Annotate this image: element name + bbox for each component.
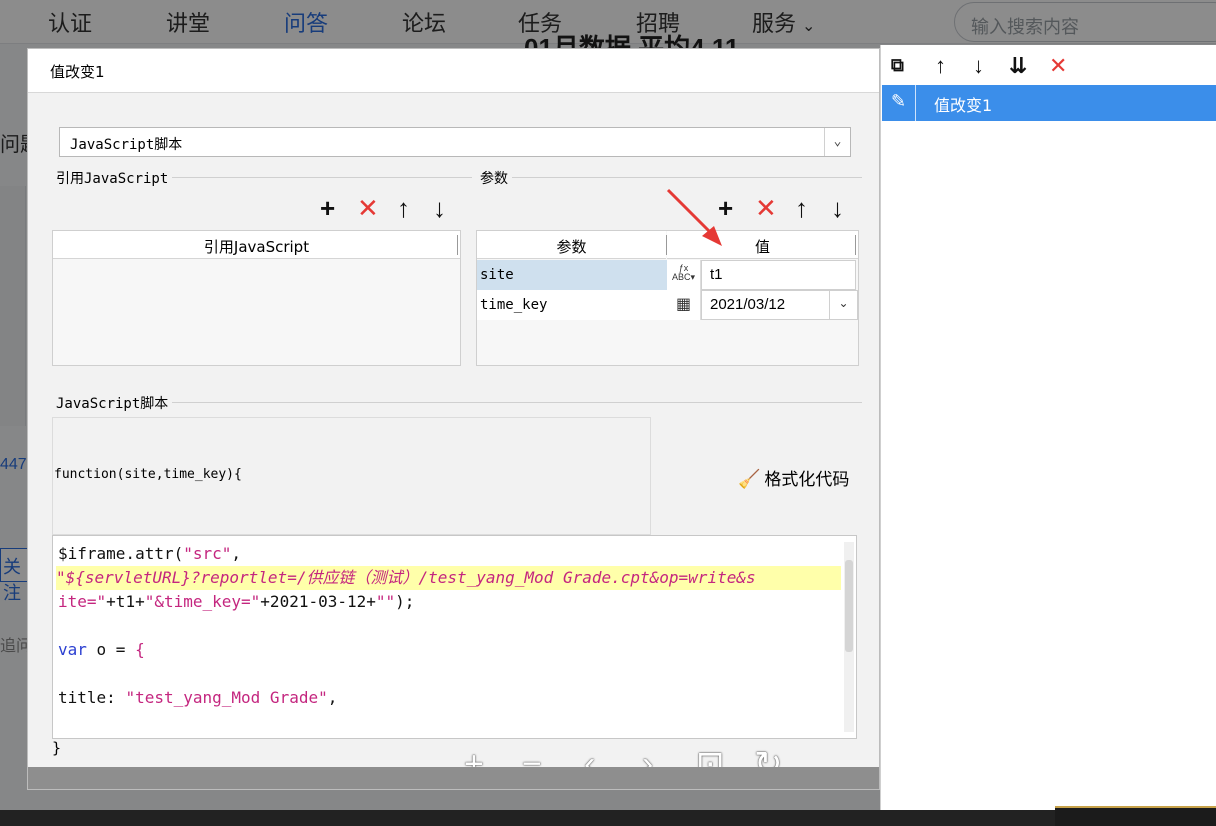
code-line: ite="+t1+"&time_key="+2021-03-12+""); (58, 592, 415, 611)
ref-js-column-label: 引用JavaScript (203, 238, 310, 256)
params-group-border (476, 177, 862, 178)
param-name-time-key[interactable]: time_key (477, 290, 667, 320)
code-editor[interactable]: $iframe.attr("src", "${servletURL}?repor… (52, 535, 857, 739)
params-value-column-label: 值 (754, 238, 770, 256)
background-bottom-strip (0, 810, 1216, 826)
pencil-icon[interactable]: ✎ (882, 85, 916, 121)
delete-param-button[interactable]: ✕ (755, 195, 777, 221)
move-up-icon[interactable]: ↑ (935, 53, 946, 79)
move-to-bottom-icon[interactable]: ⇊ (1009, 53, 1027, 79)
script-group-border (52, 402, 862, 403)
ref-js-table: 引用JavaScript (52, 230, 461, 366)
delete-ref-button[interactable]: ✕ (357, 195, 379, 221)
abc-formula-icon[interactable]: ƒx ABC▾ (667, 260, 701, 290)
event-list-item[interactable]: ✎ 值改变1 (882, 85, 1216, 121)
broom-icon: 🧹 (738, 469, 761, 490)
add-ref-button[interactable]: + (320, 195, 335, 221)
params-group-label: 参数 (476, 168, 512, 188)
move-up-param-button[interactable]: ↑ (795, 195, 808, 221)
format-code-button[interactable]: 🧹 格式化代码 (738, 465, 849, 490)
copy-icon[interactable]: ⧉ (891, 55, 904, 76)
value-change-dialog: 值改变1 JavaScript脚本 ⌄ 引用JavaScript + ✕ ↑ ↓… (27, 48, 880, 790)
format-code-label: 格式化代码 (764, 470, 850, 490)
chevron-down-icon[interactable]: ⌄ (824, 128, 850, 156)
delete-icon[interactable]: ✕ (1049, 53, 1067, 79)
background-corner-thumbnail (1055, 806, 1216, 826)
move-down-param-button[interactable]: ↓ (831, 195, 844, 221)
event-list-item-label: 值改变1 (934, 96, 993, 115)
move-down-icon[interactable]: ↓ (973, 53, 984, 79)
function-signature: function(site,time_key){ (54, 467, 242, 482)
add-param-button[interactable]: + (718, 195, 733, 221)
param-name-site[interactable]: site (477, 260, 667, 290)
code-line: title: "test_yang_Mod Grade", (58, 688, 338, 707)
calendar-icon[interactable]: ▦ (667, 290, 701, 320)
column-separator (855, 235, 856, 255)
function-close-brace: } (52, 739, 62, 757)
params-name-column-label: 参数 (556, 238, 587, 256)
ref-group-label: 引用JavaScript (52, 168, 173, 188)
event-list-panel: ⧉ ↑ ↓ ⇊ ✕ ✎ 值改变1 (880, 45, 1216, 810)
code-line: "${servletURL}?reportlet=/供应链（测试）/test_y… (56, 566, 841, 590)
param-value-time-key[interactable]: 2021/03/12 ⌄ (701, 290, 858, 320)
dialog-bottom-bar (28, 767, 879, 789)
date-value: 2021/03/12 (710, 296, 786, 313)
code-scrollbar-thumb[interactable] (845, 560, 853, 652)
dialog-title: 值改变1 (28, 49, 879, 93)
event-type-select[interactable]: JavaScript脚本 ⌄ (59, 127, 851, 157)
code-line: var o = { (58, 640, 145, 659)
chevron-down-icon[interactable]: ⌄ (829, 291, 857, 319)
code-line: $iframe.attr("src", (58, 544, 242, 563)
params-table: 参数 值 site ƒx ABC▾ t1 time_key ▦ 2021/03/1… (476, 230, 859, 366)
move-down-ref-button[interactable]: ↓ (433, 195, 446, 221)
script-group-label: JavaScript脚本 (52, 393, 173, 413)
params-header-name: 参数 (477, 231, 666, 259)
event-type-value: JavaScript脚本 (70, 137, 183, 153)
column-separator (457, 235, 458, 255)
move-up-ref-button[interactable]: ↑ (397, 195, 410, 221)
params-header-value: 值 (667, 231, 858, 259)
ref-js-table-header: 引用JavaScript (53, 231, 460, 259)
param-value-site[interactable]: t1 (701, 260, 856, 290)
